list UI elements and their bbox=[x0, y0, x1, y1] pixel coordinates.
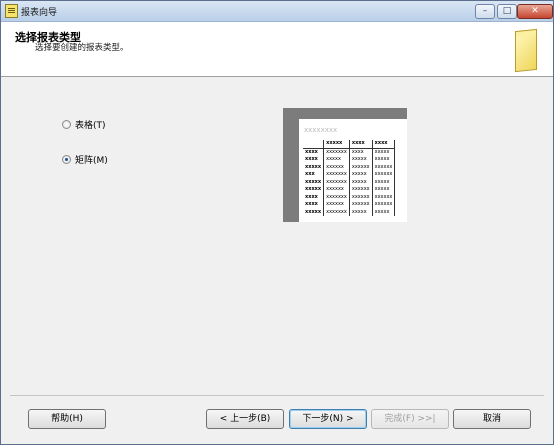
preview-cell: xxxx bbox=[303, 201, 325, 209]
window-title: 报表向导 bbox=[21, 8, 58, 18]
preview-cell: xxxxx bbox=[323, 156, 350, 164]
preview-cell: xxxxx bbox=[372, 156, 396, 164]
preview-cell: xxxx bbox=[303, 156, 325, 164]
preview-title: xxxxxxxx bbox=[304, 126, 338, 134]
preview-row: xxxx xxxxx xxxxx xxxxx bbox=[303, 156, 396, 164]
tabular-option[interactable]: 表格(T) bbox=[62, 118, 106, 131]
next-button[interactable]: 下一步(N) > bbox=[289, 409, 367, 429]
preview-table: xxxxx xxxx xxxx xxxx xxxxxxx xxxx xxxxx xxx… bbox=[303, 140, 396, 216]
preview-cell: xxxxxx bbox=[349, 193, 373, 201]
preview-cell: xxxxx bbox=[303, 208, 325, 216]
preview-cell: xxxxx bbox=[303, 163, 325, 171]
preview-cell: xxxx bbox=[349, 140, 373, 149]
maximize-button[interactable]: □ bbox=[497, 4, 517, 19]
preview-cell: xxxx bbox=[372, 140, 396, 149]
preview-cell: xxxxx bbox=[349, 178, 373, 186]
preview-cell: xxxxxx bbox=[372, 193, 396, 201]
preview-cell: xxxxx bbox=[349, 171, 373, 179]
back-button[interactable]: < 上一步(B) bbox=[206, 409, 284, 429]
preview-cell: xxx bbox=[303, 171, 325, 179]
radio-tabular[interactable] bbox=[62, 120, 71, 129]
matrix-option[interactable]: 矩阵(M) bbox=[62, 153, 108, 166]
preview-cell: xxxxxx bbox=[372, 171, 396, 179]
preview-cell: xxxxx bbox=[303, 178, 325, 186]
preview-cell: xxxx bbox=[303, 193, 325, 201]
wizard-header: 选择报表类型 选择要创建的报表类型。 bbox=[1, 22, 553, 77]
preview-row: xxxxxxxxxxxxxxxxxxxxxx bbox=[303, 201, 396, 209]
preview-row: xxx xxxxxxx xxxxx xxxxxx bbox=[303, 171, 396, 179]
preview-cell: xxxx bbox=[303, 148, 325, 156]
preview-cell: xxxxxx bbox=[323, 201, 350, 209]
footer-divider bbox=[10, 395, 544, 396]
report-wizard-icon bbox=[5, 4, 18, 18]
preview-cell: xxxxx bbox=[372, 148, 396, 156]
cancel-button[interactable]: 取消 bbox=[453, 409, 531, 429]
minimize-button[interactable]: – bbox=[475, 4, 495, 19]
preview-row: xxxxxxxxxxxxxxxxxxxxxxx bbox=[303, 193, 396, 201]
preview-cell: xxxxxxx bbox=[323, 171, 350, 179]
report-wizard-window: 报表向导 – □ ✕ 选择报表类型 选择要创建的报表类型。 表格(T) 矩阵(M… bbox=[0, 0, 554, 445]
preview-cell: xxxxxx bbox=[323, 163, 350, 171]
preview-cell: xxxxxx bbox=[349, 163, 373, 171]
preview-cell: xxxxxx bbox=[349, 186, 373, 194]
help-button[interactable]: 帮助(H) bbox=[28, 409, 106, 429]
page-subtitle: 选择要创建的报表类型。 bbox=[35, 43, 129, 53]
preview-cell: xxxxxxx bbox=[323, 193, 350, 201]
preview-header-row: xxxxx xxxx xxxx bbox=[303, 140, 396, 149]
close-button[interactable]: ✕ bbox=[517, 4, 553, 19]
preview-cell: xxxxx bbox=[372, 186, 396, 194]
preview-page: xxxxxxxx xxxxx xxxx xxxx xxxx xxxxxxx xxxx… bbox=[299, 119, 407, 222]
preview-row: xxxxxxxxxxxxxxxxxxxxxx bbox=[303, 178, 396, 186]
title-bar[interactable]: 报表向导 – □ ✕ bbox=[1, 1, 553, 22]
preview-row: xxxx xxxxxxx xxxx xxxxx bbox=[303, 148, 396, 156]
preview-cell: xxxxx bbox=[303, 186, 325, 194]
finish-button[interactable]: 完成(F) >>| bbox=[371, 409, 449, 429]
radio-matrix[interactable] bbox=[62, 155, 71, 164]
preview-cell: xxxxx bbox=[349, 208, 373, 216]
preview-cell: xxxxxxx bbox=[323, 148, 350, 156]
document-icon bbox=[515, 32, 537, 73]
preview-row: xxxxxxxxxxxxxxxxxxxxxxx bbox=[303, 163, 396, 171]
preview-cell: xxxxx bbox=[349, 156, 373, 164]
preview-cell: xxxxxx bbox=[372, 163, 396, 171]
preview-cell: xxxxxx bbox=[372, 201, 396, 209]
preview-cell: xxxxxx bbox=[349, 201, 373, 209]
tabular-label[interactable]: 表格(T) bbox=[75, 118, 106, 131]
preview-row: xxxxxxxxxxxxxxxxxxxxxx bbox=[303, 208, 396, 216]
preview-cell: xxxx bbox=[349, 148, 373, 156]
report-preview: xxxxxxxx xxxxx xxxx xxxx xxxx xxxxxxx xxxx… bbox=[283, 108, 407, 222]
preview-cell: xxxxxx bbox=[323, 186, 350, 194]
preview-cell: xxxxxxx bbox=[323, 178, 350, 186]
preview-cell: xxxxx bbox=[372, 178, 396, 186]
preview-cell: xxxxxxx bbox=[323, 208, 350, 216]
preview-cell bbox=[303, 140, 325, 149]
preview-row: xxxxxxxxxxxxxxxxxxxxxx bbox=[303, 186, 396, 194]
preview-cell: xxxxx bbox=[372, 208, 396, 216]
preview-cell: xxxxx bbox=[323, 140, 350, 149]
matrix-label[interactable]: 矩阵(M) bbox=[75, 153, 108, 166]
